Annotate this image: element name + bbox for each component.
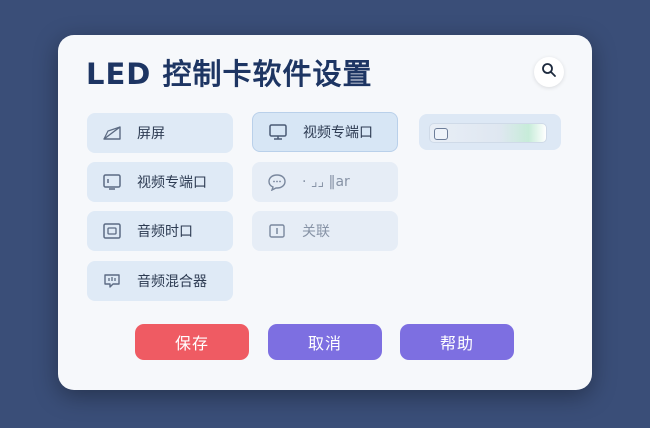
screen-angle-icon — [101, 122, 123, 144]
search-icon — [541, 62, 557, 82]
page-title: LED 控制卡软件设置 — [86, 57, 373, 91]
tile-audio-mixer[interactable]: 音频混合器 — [87, 261, 233, 301]
display-port-icon — [101, 171, 123, 193]
monitor-icon — [267, 121, 289, 143]
brightness-slider[interactable] — [419, 114, 561, 150]
tile-chat[interactable]: · ⌟⌟ ‖ar — [252, 162, 398, 202]
tile-label: 音频时口 — [137, 224, 193, 240]
settings-panel: LED 控制卡软件设置 屏屏 视频专端口 视频专端口 · ⌟⌟ ‖ar 音频时口… — [58, 35, 592, 390]
tile-screen[interactable]: 屏屏 — [87, 113, 233, 153]
audio-mixer-icon — [101, 270, 123, 292]
tile-label: 视频专端口 — [137, 175, 207, 191]
tile-label: 视频专端口 — [303, 125, 373, 141]
help-button[interactable]: 帮助 — [400, 324, 514, 360]
tile-label: · ⌟⌟ ‖ar — [302, 174, 350, 190]
tile-label: 音频混合器 — [137, 274, 207, 290]
audio-port-icon — [101, 220, 123, 242]
tile-audio-port[interactable]: 音频时口 — [87, 211, 233, 251]
tile-video-port[interactable]: 视频专端口 — [252, 112, 398, 152]
slider-handle-icon[interactable] — [434, 128, 448, 140]
tile-label: 关联 — [302, 224, 330, 240]
search-button[interactable] — [534, 57, 564, 87]
tile-video-port-2[interactable]: 视频专端口 — [87, 162, 233, 202]
chat-icon — [266, 171, 288, 193]
tile-label: 屏屏 — [137, 126, 165, 142]
tile-link[interactable]: 关联 — [252, 211, 398, 251]
link-icon — [266, 220, 288, 242]
save-button[interactable]: 保存 — [135, 324, 249, 360]
slider-track — [429, 123, 547, 143]
cancel-button[interactable]: 取消 — [268, 324, 382, 360]
